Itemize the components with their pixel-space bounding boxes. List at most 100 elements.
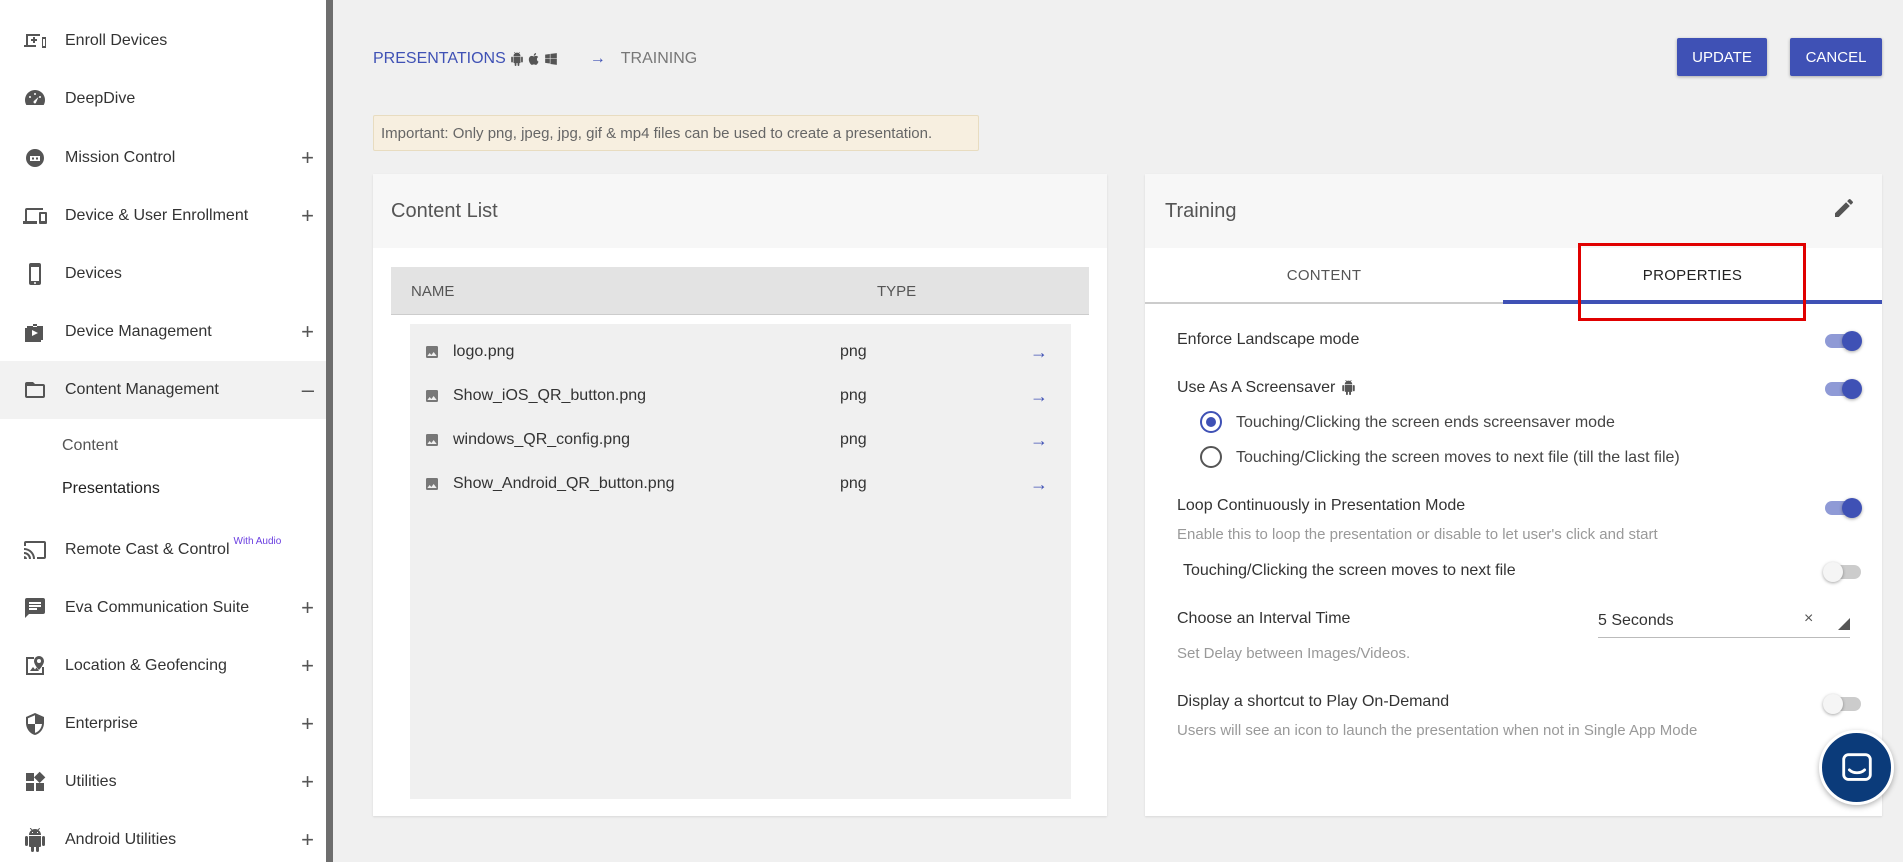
content-list-title: Content List <box>373 174 1107 248</box>
image-file-icon <box>424 476 440 492</box>
collapse-icon[interactable]: – <box>302 379 314 401</box>
file-type: png <box>840 387 867 404</box>
radio-next-file-label: Touching/Clicking the screen moves to ne… <box>1236 449 1680 466</box>
toggle-knob <box>1823 694 1843 714</box>
table-body: logo.png png → Show_iOS_QR_button.png pn… <box>410 324 1071 799</box>
chat-bubble-icon <box>1841 752 1872 781</box>
sidebar-item-enterprise[interactable]: Enterprise + <box>0 695 326 753</box>
android-icon <box>510 52 523 66</box>
sidebar-item-device-user-enrollment[interactable]: Device & User Enrollment + <box>0 187 326 245</box>
remote-cast-label: Remote Cast & Control With Audio <box>65 536 281 559</box>
sidebar-item-device-management[interactable]: Device Management + <box>0 303 326 361</box>
image-file-icon <box>424 344 440 360</box>
toggle-knob <box>1823 562 1843 582</box>
file-type: png <box>840 431 867 448</box>
table-row[interactable]: windows_QR_config.png png → <box>410 418 1071 462</box>
dropdown-icon[interactable] <box>1838 618 1850 630</box>
widgets-icon <box>22 769 48 795</box>
sidebar-item-deepdive[interactable]: DeepDive <box>0 70 326 128</box>
radio-ends-screensaver[interactable] <box>1200 411 1222 433</box>
table-row[interactable]: Show_iOS_QR_button.png png → <box>410 374 1071 418</box>
sidebar-item-android-utilities[interactable]: Android Utilities + <box>0 811 326 862</box>
map-pin-icon <box>22 653 48 679</box>
image-file-icon <box>424 432 440 448</box>
expand-icon[interactable]: + <box>301 205 314 227</box>
sidebar: Enroll Devices DeepDive Mission Control … <box>0 0 333 862</box>
table-row[interactable]: Show_Android_QR_button.png png → <box>410 462 1071 506</box>
shield-icon <box>22 711 48 737</box>
android-icon <box>1341 380 1356 396</box>
phone-icon <box>22 261 48 287</box>
screensaver-label: Use As A Screensaver <box>1177 379 1356 397</box>
interval-select[interactable]: 5 Seconds × <box>1598 602 1850 638</box>
radio-next-file[interactable] <box>1200 446 1222 468</box>
main-area: PRESENTATIONS → TRAINING UPDATE CANCEL I… <box>333 0 1903 862</box>
column-name[interactable]: NAME <box>411 283 454 300</box>
loop-toggle[interactable] <box>1825 498 1862 518</box>
shortcut-description: Users will see an icon to launch the pre… <box>1177 722 1698 739</box>
pencil-icon[interactable] <box>1832 196 1856 220</box>
expand-icon[interactable]: + <box>301 147 314 169</box>
sidebar-subitem-presentations[interactable]: Presentations <box>62 480 160 498</box>
interval-value: 5 Seconds <box>1598 612 1674 629</box>
mission-control-icon <box>22 145 48 171</box>
sidebar-item-eva-communication[interactable]: Eva Communication Suite + <box>0 579 326 637</box>
table-header: NAME TYPE <box>391 267 1089 315</box>
screensaver-toggle[interactable] <box>1825 379 1862 399</box>
platform-icons <box>510 52 558 66</box>
enroll-icon <box>22 28 48 54</box>
sidebar-item-enroll-devices[interactable]: Enroll Devices <box>0 12 326 70</box>
speedometer-icon <box>22 86 48 112</box>
chat-launcher-button[interactable] <box>1819 730 1894 805</box>
sidebar-item-content-management[interactable]: Content Management – <box>0 361 326 419</box>
apple-icon <box>528 52 539 65</box>
loop-label: Loop Continuously in Presentation Mode <box>1177 497 1466 514</box>
expand-icon[interactable]: + <box>301 713 314 735</box>
tab-content[interactable]: CONTENT <box>1145 248 1503 304</box>
arrow-right-icon[interactable]: → <box>1030 430 1048 451</box>
shortcut-toggle[interactable] <box>1823 694 1861 714</box>
table-row[interactable]: logo.png png → <box>410 330 1071 374</box>
arrow-right-icon[interactable]: → <box>1030 386 1048 407</box>
column-type[interactable]: TYPE <box>877 283 916 300</box>
cancel-button[interactable]: CANCEL <box>1790 38 1882 76</box>
sidebar-item-utilities[interactable]: Utilities + <box>0 753 326 811</box>
expand-icon[interactable]: + <box>301 597 314 619</box>
arrow-right-icon[interactable]: → <box>1030 342 1048 363</box>
presentation-header: Training <box>1145 174 1882 248</box>
breadcrumb-arrow: → <box>589 50 606 67</box>
tab-properties[interactable]: PROPERTIES <box>1503 248 1882 304</box>
cast-icon <box>22 537 48 563</box>
expand-icon[interactable]: + <box>301 655 314 677</box>
next-file-label: Touching/Clicking the screen moves to ne… <box>1183 562 1516 579</box>
enforce-landscape-toggle[interactable] <box>1825 331 1862 351</box>
device-management-icon <box>22 319 48 345</box>
arrow-right-icon[interactable]: → <box>1030 474 1048 495</box>
file-type: png <box>840 343 867 360</box>
clear-icon[interactable]: × <box>1804 610 1813 628</box>
sidebar-item-location-geofencing[interactable]: Location & Geofencing + <box>0 637 326 695</box>
expand-icon[interactable]: + <box>301 321 314 343</box>
devices-icon <box>22 203 48 229</box>
file-name: Show_iOS_QR_button.png <box>453 387 647 404</box>
breadcrumb-presentations[interactable]: PRESENTATIONS <box>373 50 506 68</box>
sidebar-item-remote-cast[interactable]: Remote Cast & Control With Audio <box>0 521 326 579</box>
image-file-icon <box>424 388 440 404</box>
content-list-card: Content List NAME TYPE logo.png png → Sh… <box>373 174 1107 816</box>
expand-icon[interactable]: + <box>301 771 314 793</box>
file-name: logo.png <box>453 343 515 360</box>
tab-bar: CONTENT PROPERTIES <box>1145 248 1882 304</box>
sidebar-subitem-content[interactable]: Content <box>62 437 118 455</box>
file-type: png <box>840 475 867 492</box>
file-name: windows_QR_config.png <box>453 431 630 448</box>
enforce-landscape-label: Enforce Landscape mode <box>1177 331 1360 348</box>
next-file-toggle[interactable] <box>1823 562 1861 582</box>
update-button[interactable]: UPDATE <box>1677 38 1767 76</box>
chat-icon <box>22 595 48 621</box>
shortcut-label: Display a shortcut to Play On-Demand <box>1177 693 1450 710</box>
expand-icon[interactable]: + <box>301 829 314 851</box>
sidebar-item-devices[interactable]: Devices <box>0 245 326 303</box>
sidebar-item-mission-control[interactable]: Mission Control + <box>0 129 326 187</box>
folder-icon <box>22 377 48 403</box>
remote-cast-text: Remote Cast & Control <box>65 541 230 558</box>
